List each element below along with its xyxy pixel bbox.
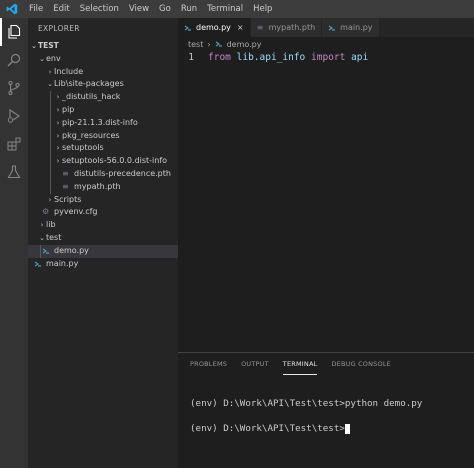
files-icon	[8, 24, 21, 39]
search-activity[interactable]	[0, 46, 28, 74]
chevron-right-icon: ›	[48, 195, 52, 204]
tree-item-main-py[interactable]: main.py	[28, 258, 178, 271]
python-file-icon	[328, 25, 336, 31]
line-number: 1	[188, 52, 194, 63]
activity-bar	[0, 18, 28, 468]
source-control-icon	[8, 80, 20, 96]
chevron-right-icon: ›	[56, 93, 60, 102]
tab-main-py[interactable]: main.py	[322, 18, 380, 37]
chevron-right-icon: ›	[56, 118, 60, 127]
menu-view[interactable]: View	[124, 0, 154, 18]
file-icon: ≡	[256, 23, 264, 32]
module-name: lib.api_info	[236, 52, 306, 63]
tree-root-test[interactable]: ⌄ TEST	[28, 40, 178, 53]
close-icon[interactable]: ×	[237, 23, 244, 32]
chevron-down-icon: ⌄	[39, 233, 45, 242]
tree-item-setuptools-dist-info[interactable]: › setuptools-56.0.0.dist-info	[28, 155, 178, 168]
keyword-from: from	[208, 52, 231, 63]
tree-item-pip[interactable]: › pip	[28, 103, 178, 117]
tab-terminal[interactable]: TERMINAL	[282, 353, 318, 375]
tree-item-demo-py[interactable]: demo.py	[28, 244, 178, 258]
flask-icon	[7, 165, 21, 179]
terminal-cursor	[344, 423, 350, 434]
menu-go[interactable]: Go	[154, 0, 176, 18]
tree-item-distutils-precedence[interactable]: ≡ distutils-precedence.pth	[28, 167, 178, 181]
tab-problems[interactable]: PROBLEMS	[190, 353, 227, 375]
chevron-down-icon: ⌄	[39, 54, 45, 63]
run-debug-icon	[7, 108, 20, 124]
tab-mypath-pth[interactable]: ≡ mypath.pth	[250, 18, 323, 37]
python-file-icon	[184, 25, 191, 31]
chevron-down-icon: ⌄	[31, 42, 37, 50]
explorer-sidebar: EXPLORER ⌄ TEST ⌄ env › Include ⌄ Lib\si…	[28, 18, 178, 468]
tree-item-env[interactable]: ⌄ env	[28, 53, 178, 66]
terminal-prompt-line: (env) D:\Work\API\Test\test>	[190, 422, 474, 436]
chevron-right-icon: ›	[56, 131, 60, 140]
tree-item-pip-dist-info[interactable]: › pip-21.1.3.dist-info	[28, 116, 178, 130]
terminal-line: (env) D:\Work\API\Test\test>python demo.…	[190, 398, 423, 409]
file-icon: ≡	[62, 181, 69, 191]
tree-item-pkg-resources[interactable]: › pkg_resources	[28, 129, 178, 143]
breadcrumb: test › demo.py	[178, 37, 474, 51]
breadcrumb-file[interactable]: demo.py	[227, 40, 262, 49]
tree-item-distutils-hack[interactable]: › _distutils_hack	[28, 91, 178, 104]
chevron-right-icon: ›	[207, 39, 211, 49]
chevron-right-icon: ›	[56, 144, 60, 153]
run-debug-activity[interactable]	[0, 102, 28, 130]
search-icon	[7, 53, 21, 67]
chevron-right-icon: ›	[48, 67, 52, 76]
extensions-icon	[7, 137, 21, 151]
source-control-activity[interactable]	[0, 74, 28, 102]
menu-run[interactable]: Run	[176, 0, 202, 18]
testing-activity[interactable]	[0, 158, 28, 186]
explorer-activity[interactable]	[0, 18, 28, 46]
chevron-right-icon: ›	[56, 157, 60, 166]
explorer-title: EXPLORER	[38, 24, 80, 33]
tab-debug-console[interactable]: DEBUG CONSOLE	[331, 353, 391, 375]
chevron-right-icon: ›	[40, 221, 44, 230]
bottom-panel: PROBLEMS OUTPUT TERMINAL DEBUG CONSOLE (…	[178, 352, 474, 468]
imported-name: api	[351, 52, 369, 63]
tree-item-test[interactable]: ⌄ test	[28, 232, 178, 245]
panel-tabs: PROBLEMS OUTPUT TERMINAL DEBUG CONSOLE	[178, 353, 474, 375]
keyword-import: import	[311, 52, 346, 63]
tree-item-lib[interactable]: › lib	[28, 219, 178, 232]
file-icon: ≡	[62, 168, 69, 178]
python-file-icon	[34, 261, 41, 267]
breadcrumb-folder[interactable]: test	[188, 40, 203, 49]
python-file-icon	[215, 41, 222, 47]
tree-item-mypath-pth[interactable]: ≡ mypath.pth	[28, 180, 178, 194]
tree-item-scripts[interactable]: › Scripts	[28, 194, 178, 207]
vscode-logo-icon	[4, 0, 20, 18]
tree-item-lib-site-packages[interactable]: ⌄ Lib\site-packages	[28, 78, 178, 91]
tree-item-pyvenv-cfg[interactable]: ⚙ pyvenv.cfg	[28, 206, 178, 219]
title-bar: File Edit Selection View Go Run Terminal…	[0, 0, 474, 18]
gear-icon: ⚙	[42, 207, 50, 217]
chevron-right-icon: ›	[56, 105, 60, 114]
menu-bar: File Edit Selection View Go Run Terminal…	[24, 0, 277, 18]
terminal[interactable]: (env) D:\Work\API\Test\test>python demo.…	[178, 375, 474, 436]
chevron-down-icon: ⌄	[47, 80, 53, 89]
menu-selection[interactable]: Selection	[75, 0, 124, 18]
menu-help[interactable]: Help	[248, 0, 277, 18]
python-file-icon	[42, 248, 49, 254]
code-line: 1 from lib.api_info import api	[178, 51, 474, 64]
tab-demo-py[interactable]: demo.py ×	[178, 18, 251, 37]
menu-terminal[interactable]: Terminal	[202, 0, 248, 18]
tab-output[interactable]: OUTPUT	[241, 353, 269, 375]
code-editor[interactable]: 1 from lib.api_info import api	[178, 51, 474, 351]
tree-item-setuptools[interactable]: › setuptools	[28, 142, 178, 156]
tree-item-include[interactable]: › Include	[28, 66, 178, 79]
editor-tabs: demo.py × ≡ mypath.pth main.py	[178, 18, 474, 37]
menu-edit[interactable]: Edit	[48, 0, 74, 18]
menu-file[interactable]: File	[24, 0, 48, 18]
extensions-activity[interactable]	[0, 130, 28, 158]
